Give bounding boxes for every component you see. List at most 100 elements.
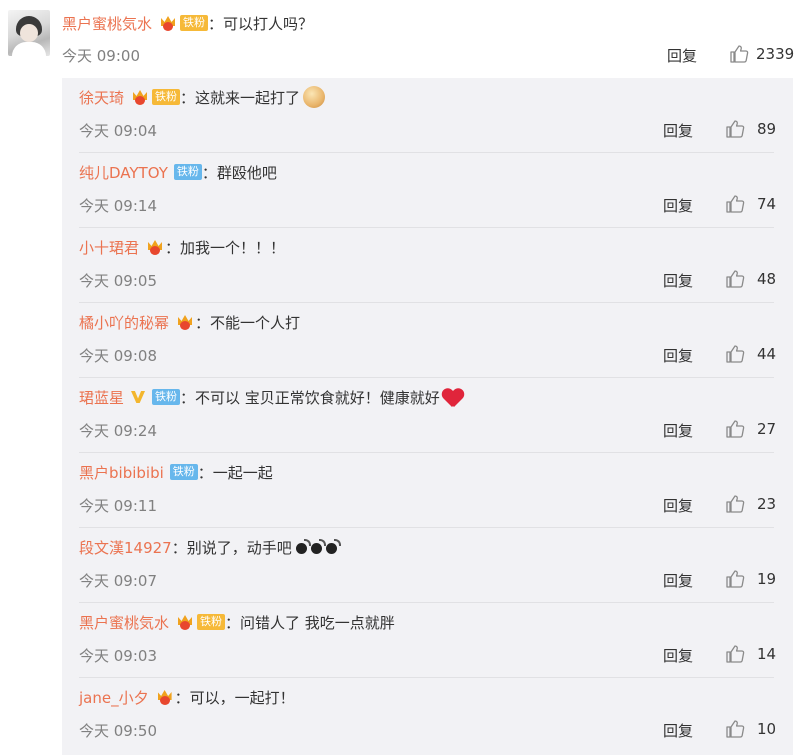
crown-icon	[155, 688, 175, 706]
fan-badge[interactable]: 铁粉	[152, 389, 181, 405]
colon: ：	[225, 613, 241, 632]
thumbs-up-icon[interactable]	[725, 719, 745, 739]
like-count: 19	[757, 570, 777, 588]
like-count: 2339	[756, 45, 795, 63]
reply-text: 问错人了 我吃一点就胖	[240, 613, 395, 632]
thumbs-up-icon[interactable]	[725, 194, 745, 214]
reply-item: 黑户bibibibi 铁粉 ： 一起一起 今天 09:11 回复 23	[62, 453, 793, 528]
colon: ：	[165, 238, 181, 257]
reply-text: 群殴他吧	[216, 163, 277, 182]
colon: ：	[180, 88, 196, 107]
reply-button[interactable]: 回复	[663, 720, 693, 741]
colon: ：	[174, 688, 190, 707]
like-count: 10	[757, 720, 777, 738]
thumbs-up-icon[interactable]	[725, 344, 745, 364]
username-link[interactable]: 黑户蜜桃気水	[62, 13, 152, 34]
crown-icon	[175, 313, 195, 331]
crown-icon	[158, 14, 178, 32]
reply-item: 徐天琦 铁粉 ： 这就来一起打了 今天 09:04 回复 89	[62, 78, 793, 153]
verified-v-icon	[130, 389, 146, 405]
reply-text: 一起一起	[212, 463, 273, 482]
reply-time: 今天 09:24	[79, 422, 157, 440]
username-link[interactable]: jane_小夕	[79, 687, 149, 708]
main-comment: 黑户蜜桃気水 铁粉 ： 可以打人吗？ 今天 09:00 回复 2339	[0, 0, 800, 78]
fan-badge[interactable]: 铁粉	[173, 164, 202, 180]
reply-text: 可以，一起打！	[189, 688, 295, 707]
reply-button[interactable]: 回复	[663, 270, 693, 291]
reply-time: 今天 09:50	[79, 722, 157, 740]
comment-time: 今天 09:00	[62, 47, 140, 65]
colon: ：	[197, 463, 213, 482]
username-link[interactable]: 小十珺君	[79, 237, 139, 258]
colon: ：	[208, 14, 224, 33]
crown-icon	[175, 613, 195, 631]
reply-button[interactable]: 回复	[663, 120, 693, 141]
reply-text: 不可以 宝贝正常饮食就好！健康就好	[195, 388, 440, 407]
reply-time: 今天 09:07	[79, 572, 157, 590]
fan-badge[interactable]: 铁粉	[180, 15, 209, 31]
username-link[interactable]: 段文漢14927	[79, 537, 172, 558]
thumbs-up-icon[interactable]	[725, 569, 745, 589]
colon: ：	[195, 313, 211, 332]
reply-time: 今天 09:03	[79, 647, 157, 665]
like-count: 23	[757, 495, 777, 513]
thumbs-up-icon[interactable]	[725, 269, 745, 289]
reply-button[interactable]: 回复	[667, 45, 697, 66]
thumbs-up-icon[interactable]	[725, 119, 745, 139]
username-link[interactable]: 珺蓝星	[79, 387, 124, 408]
bomb-icon	[325, 538, 341, 554]
like-count: 44	[757, 345, 777, 363]
reply-text: 不能一个人打	[210, 313, 301, 332]
thumbs-up-icon[interactable]	[725, 419, 745, 439]
heart-icon	[442, 387, 464, 407]
username-link[interactable]: 纯儿DAYTOY	[79, 162, 168, 183]
username-link[interactable]: 橘小吖的秘幂	[79, 312, 169, 333]
username-link[interactable]: 黑户蜜桃気水	[79, 612, 169, 633]
like-count: 89	[757, 120, 777, 138]
reply-button[interactable]: 回复	[663, 645, 693, 666]
thumbs-up-icon[interactable]	[725, 644, 745, 664]
reply-text: 这就来一起打了	[195, 88, 301, 107]
colon: ：	[171, 538, 187, 557]
bomb-icon	[295, 538, 311, 554]
bomb-icon	[310, 538, 326, 554]
reply-text: 别说了，动手吧	[186, 538, 292, 557]
fan-badge[interactable]: 铁粉	[197, 614, 226, 630]
reply-button[interactable]: 回复	[663, 570, 693, 591]
username-link[interactable]: 黑户bibibibi	[79, 462, 164, 483]
like-count: 74	[757, 195, 777, 213]
reply-button[interactable]: 回复	[663, 495, 693, 516]
reply-item: 段文漢14927 ： 别说了，动手吧 今天 09:07 回复 19	[62, 528, 793, 603]
like-count: 14	[757, 645, 777, 663]
colon: ：	[201, 163, 217, 182]
reply-time: 今天 09:14	[79, 197, 157, 215]
reply-time: 今天 09:05	[79, 272, 157, 290]
reply-button[interactable]: 回复	[663, 420, 693, 441]
like-count: 48	[757, 270, 777, 288]
reply-time: 今天 09:04	[79, 122, 157, 140]
colon: ：	[180, 388, 196, 407]
main-comment-content: 黑户蜜桃気水 铁粉 ： 可以打人吗？	[62, 11, 313, 35]
crown-icon	[130, 88, 150, 106]
crown-icon	[145, 238, 165, 256]
reply-button[interactable]: 回复	[663, 195, 693, 216]
thumbs-up-icon[interactable]	[725, 494, 745, 514]
reply-item: 纯儿DAYTOY 铁粉 ： 群殴他吧 今天 09:14 回复 74	[62, 153, 793, 228]
like-count: 27	[757, 420, 777, 438]
reply-item: 珺蓝星 铁粉 ： 不可以 宝贝正常饮食就好！健康就好 今天 09:24 回复 2…	[62, 378, 793, 453]
reply-item: 橘小吖的秘幂 ： 不能一个人打 今天 09:08 回复 44	[62, 303, 793, 378]
fan-badge[interactable]: 铁粉	[169, 464, 198, 480]
avatar[interactable]	[8, 10, 50, 56]
thumbs-up-icon[interactable]	[729, 44, 749, 64]
reply-text: 加我一个！！！	[180, 238, 286, 257]
reply-item: 小十珺君 ： 加我一个！！！ 今天 09:05 回复 48	[62, 228, 793, 303]
fan-badge[interactable]: 铁粉	[152, 89, 181, 105]
reply-time: 今天 09:11	[79, 497, 157, 515]
username-link[interactable]: 徐天琦	[79, 87, 124, 108]
reply-button[interactable]: 回复	[663, 345, 693, 366]
reply-item: jane_小夕 ： 可以，一起打！ 今天 09:50 回复 10	[62, 678, 793, 753]
reply-time: 今天 09:08	[79, 347, 157, 365]
reply-item: 黑户蜜桃気水 铁粉 ： 问错人了 我吃一点就胖 今天 09:03 回复 14	[62, 603, 793, 678]
comment-text: 可以打人吗？	[223, 14, 314, 33]
clap-emoji-icon	[303, 86, 326, 108]
